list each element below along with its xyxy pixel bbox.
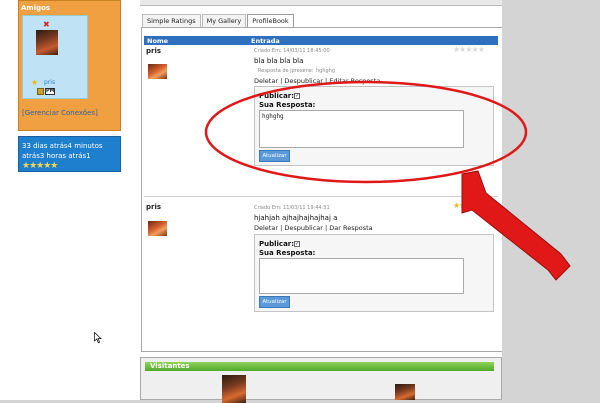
visitor-photo[interactable] <box>222 375 246 403</box>
reply-meta-value: hghghg <box>316 68 336 74</box>
entry-avatar[interactable] <box>148 221 167 236</box>
publish-label: Publicar:✓ <box>259 240 301 248</box>
delete-link[interactable]: Deletar <box>254 77 278 85</box>
entry-avatar[interactable] <box>148 64 167 79</box>
friend-card[interactable]: ✖ ★ pris PM <box>22 15 88 99</box>
entry-actions: Deletar | Despublicar | Editar Resposta <box>254 77 381 85</box>
delete-link[interactable]: Deletar <box>254 224 278 232</box>
friend-name-link[interactable]: pris <box>44 79 55 86</box>
entry-rating-stars[interactable]: ★★★★★ <box>453 45 485 54</box>
unpublish-link[interactable]: Despublicar <box>284 77 323 85</box>
star-icon: ★ <box>31 78 39 87</box>
entry-rating-stars[interactable]: ★★★★ <box>453 201 479 210</box>
column-entry: Entrada <box>251 37 280 45</box>
tab-simple-ratings[interactable]: Simple Ratings <box>142 14 201 27</box>
response-label: Sua Resposta: <box>259 101 316 109</box>
right-background <box>502 0 600 400</box>
reply-meta: Resposta de jprexene: <box>258 68 314 74</box>
tab-profilebook[interactable]: ProfileBook <box>247 14 294 28</box>
entry-actions: Deletar | Despublicar | Dar Resposta <box>254 224 373 232</box>
reply-form: Publicar:✓ Sua Resposta: hghghg Atualiza… <box>254 86 494 166</box>
edit-reply-link[interactable]: Editar Resposta <box>329 77 380 85</box>
pm-icon[interactable]: PM <box>45 88 55 95</box>
amigos-title: Amigos <box>21 4 51 12</box>
manage-connections-link[interactable]: [Gerenciar Conexões] <box>22 109 98 117</box>
tab-bar: Simple Ratings My Gallery ProfileBook <box>142 14 295 28</box>
entry-text: bla bla bla bla <box>254 57 304 65</box>
visitors-header-bar <box>145 362 494 371</box>
response-textarea[interactable] <box>259 258 464 294</box>
tab-my-gallery[interactable]: My Gallery <box>201 14 247 27</box>
update-button[interactable]: Atualizar <box>259 296 290 308</box>
publish-label: Publicar:✓ <box>259 92 301 100</box>
column-name: Nome <box>147 37 169 45</box>
activity-time-text: 33 dias atrás4 minutos atrás3 horas atrá… <box>22 142 103 160</box>
mouse-cursor-icon <box>94 332 102 344</box>
column-header: Nome Entrada <box>144 36 498 45</box>
publish-checkbox[interactable]: ✓ <box>294 241 301 247</box>
entry-text: hjahjah ajhajhajhajhaj a <box>254 214 338 222</box>
reply-link[interactable]: Dar Resposta <box>329 224 372 232</box>
unpublish-link[interactable]: Despublicar <box>284 224 323 232</box>
entry-author[interactable]: pris <box>146 203 161 211</box>
entry-date: Criado Em: 14/03/11 18:45:00 <box>254 48 330 54</box>
publish-checkbox[interactable]: ✓ <box>294 93 301 99</box>
friend-photo[interactable] <box>36 30 58 55</box>
rating-stars: ★★★★★ <box>22 161 58 171</box>
visitor-photo[interactable] <box>395 384 415 400</box>
entry-divider <box>144 196 498 197</box>
amigos-panel: Amigos ✖ ★ pris PM [Gerenciar Conexões] <box>18 0 121 131</box>
response-label: Sua Resposta: <box>259 249 316 257</box>
entry-date: Criado Em: 11/03/11 19:44:31 <box>254 205 330 211</box>
update-button[interactable]: Atualizar <box>259 150 290 162</box>
response-textarea[interactable]: hghghg <box>259 110 464 148</box>
entry-author[interactable]: pris <box>146 47 161 55</box>
remove-x-icon[interactable]: ✖ <box>43 20 50 29</box>
visitors-title: Visitantes <box>150 362 190 370</box>
reply-form: Publicar:✓ Sua Resposta: Atualizar <box>254 234 494 312</box>
online-status-icon <box>37 88 44 95</box>
top-bar <box>140 0 502 6</box>
activity-panel: 33 dias atrás4 minutos atrás3 horas atrá… <box>18 136 121 172</box>
